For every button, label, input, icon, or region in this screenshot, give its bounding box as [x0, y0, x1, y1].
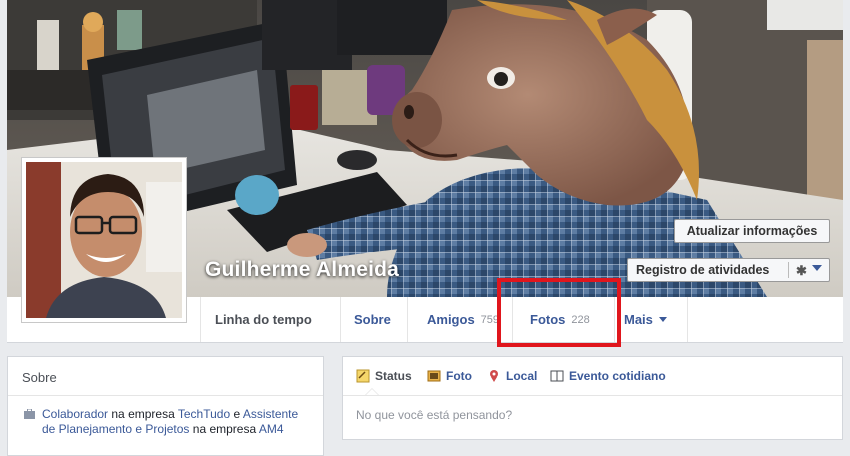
tab-divider — [200, 297, 201, 342]
work-connector: na empresa — [189, 422, 259, 436]
about-card: Sobre Colaborador na empresa TechTudo e … — [7, 356, 324, 456]
work-company-link[interactable]: TechTudo — [178, 407, 230, 421]
composer-tabs: Status Foto Local Evento cotidiano — [343, 357, 842, 396]
active-tab-pointer — [365, 388, 379, 395]
tab-divider — [407, 297, 408, 342]
button-divider — [788, 262, 789, 278]
composer-tab-photo[interactable]: Foto — [427, 369, 472, 383]
profile-photo[interactable] — [21, 157, 187, 323]
update-info-button[interactable]: Atualizar informações — [674, 219, 830, 243]
gear-icon[interactable]: ✱ — [796, 263, 807, 279]
work-item: Colaborador na empresa TechTudo e Assist… — [24, 407, 314, 437]
tab-label: Mais — [624, 312, 653, 327]
chevron-down-icon — [658, 317, 667, 322]
tab-more[interactable]: Mais — [624, 297, 667, 342]
tab-friends[interactable]: Amigos 759 — [427, 297, 499, 342]
post-composer: Status Foto Local Evento cotidiano No qu… — [342, 356, 843, 440]
composer-tab-status[interactable]: Status — [356, 369, 412, 383]
briefcase-icon — [24, 409, 35, 419]
composer-tab-location[interactable]: Local — [487, 369, 537, 383]
divider — [8, 395, 323, 396]
work-role-link[interactable]: Colaborador — [42, 407, 108, 421]
tab-divider — [687, 297, 688, 342]
work-company-link[interactable]: AM4 — [259, 422, 284, 436]
location-icon — [490, 370, 498, 382]
tab-label: Sobre — [354, 312, 391, 327]
status-input[interactable]: No que você está pensando? — [356, 408, 512, 422]
photos-highlight-box — [497, 278, 621, 347]
chevron-down-icon[interactable] — [812, 265, 822, 271]
tab-label: Linha do tempo — [215, 312, 312, 327]
composer-tab-label: Evento cotidiano — [569, 369, 666, 383]
work-connector: na empresa — [108, 407, 178, 421]
composer-tab-label: Foto — [446, 369, 472, 383]
tab-label: Amigos — [427, 312, 475, 327]
profile-name[interactable]: Guilherme Almeida — [205, 258, 399, 282]
activity-log-button[interactable]: Registro de atividades ✱ — [627, 258, 830, 282]
composer-tab-label: Local — [506, 369, 538, 383]
tab-about[interactable]: Sobre — [354, 297, 391, 342]
status-icon — [356, 369, 370, 383]
profile-photo-image — [26, 162, 182, 318]
photo-icon — [427, 370, 441, 382]
tab-timeline[interactable]: Linha do tempo — [215, 297, 312, 342]
book-icon — [550, 370, 564, 382]
composer-tab-label: Status — [375, 369, 412, 383]
work-connector: e — [230, 407, 243, 421]
about-title[interactable]: Sobre — [22, 370, 57, 385]
composer-tab-life-event[interactable]: Evento cotidiano — [550, 369, 666, 383]
tab-divider — [340, 297, 341, 342]
activity-log-label: Registro de atividades — [636, 263, 770, 277]
